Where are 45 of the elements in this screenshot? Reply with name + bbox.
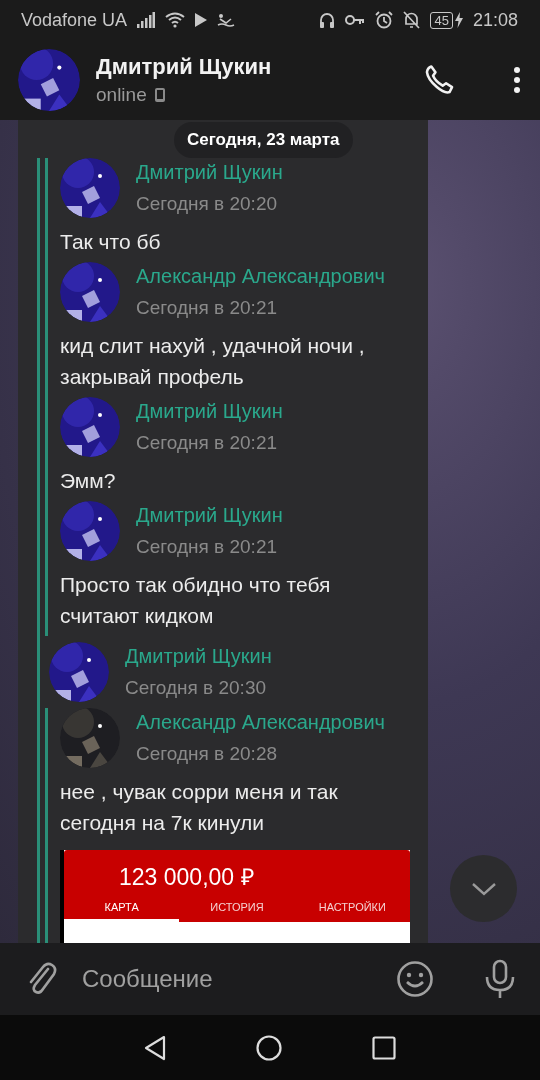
tab-label: ИСТОРИЯ xyxy=(209,900,265,915)
message-text: Эмм? xyxy=(60,468,117,494)
balance-amount: 123 000,00 ₽ xyxy=(118,863,255,892)
signal-icon xyxy=(137,12,156,28)
headphones-icon xyxy=(319,12,336,28)
emoji-button[interactable] xyxy=(396,960,434,998)
tab-label: НАСТРОЙКИ xyxy=(317,900,387,915)
message-time: Сегодня в 20:21 xyxy=(136,536,278,558)
author-name: Дмитрий Щукин xyxy=(125,645,272,668)
date-pill: Сегодня, 23 марта xyxy=(174,122,353,158)
clock-time: 21:08 xyxy=(472,9,518,31)
back-button[interactable] xyxy=(144,1034,166,1061)
message-text: Просто так обидно что тебя считают кидком xyxy=(60,572,332,629)
recents-button[interactable] xyxy=(372,1035,396,1060)
author-name: Дмитрий Щукин xyxy=(136,400,283,423)
message-text: кид слит нахуй , удачной ночи , закрывай профель xyxy=(60,333,366,390)
carrier-name: Vodafone UA xyxy=(21,9,128,31)
alarm-icon xyxy=(375,11,394,29)
wifi-icon xyxy=(165,12,186,28)
message-time: Сегодня в 20:20 xyxy=(136,193,278,215)
home-button[interactable] xyxy=(256,1034,282,1061)
play-icon xyxy=(195,13,208,27)
message-time: Сегодня в 20:21 xyxy=(136,432,278,454)
menu-button[interactable] xyxy=(514,67,520,93)
charging-icon xyxy=(454,12,463,28)
tab-label: КАРТА xyxy=(64,897,180,922)
message-time: Сегодня в 20:30 xyxy=(125,677,267,699)
author-name: Дмитрий Щукин xyxy=(136,161,283,184)
key-icon xyxy=(345,14,366,26)
phone-device-icon xyxy=(154,88,165,102)
message-text: нее , чувак сорри меня и так сегодня на 7к кинули xyxy=(60,779,339,836)
battery-level: 45 xyxy=(430,11,453,29)
author-name: Александр Александрович xyxy=(136,265,386,288)
muted-bell-icon xyxy=(403,11,421,29)
screenshot-image[interactable]: 123 000,00 ₽ КАРТА ИСТОРИЯ НАСТРОЙКИ xyxy=(60,850,410,943)
microphone-button[interactable] xyxy=(484,959,516,999)
swimmer-icon xyxy=(217,13,236,27)
author-name: Дмитрий Щукин xyxy=(136,504,283,527)
message-time: Сегодня в 20:21 xyxy=(136,297,278,319)
contact-name: Дмитрий Щукин xyxy=(96,54,273,80)
chevron-down-icon xyxy=(470,881,497,896)
message-text: Так что бб xyxy=(60,229,162,255)
message-time: Сегодня в 20:28 xyxy=(136,743,278,765)
online-status: online xyxy=(96,84,147,106)
author-name: Александр Александрович xyxy=(136,711,386,734)
